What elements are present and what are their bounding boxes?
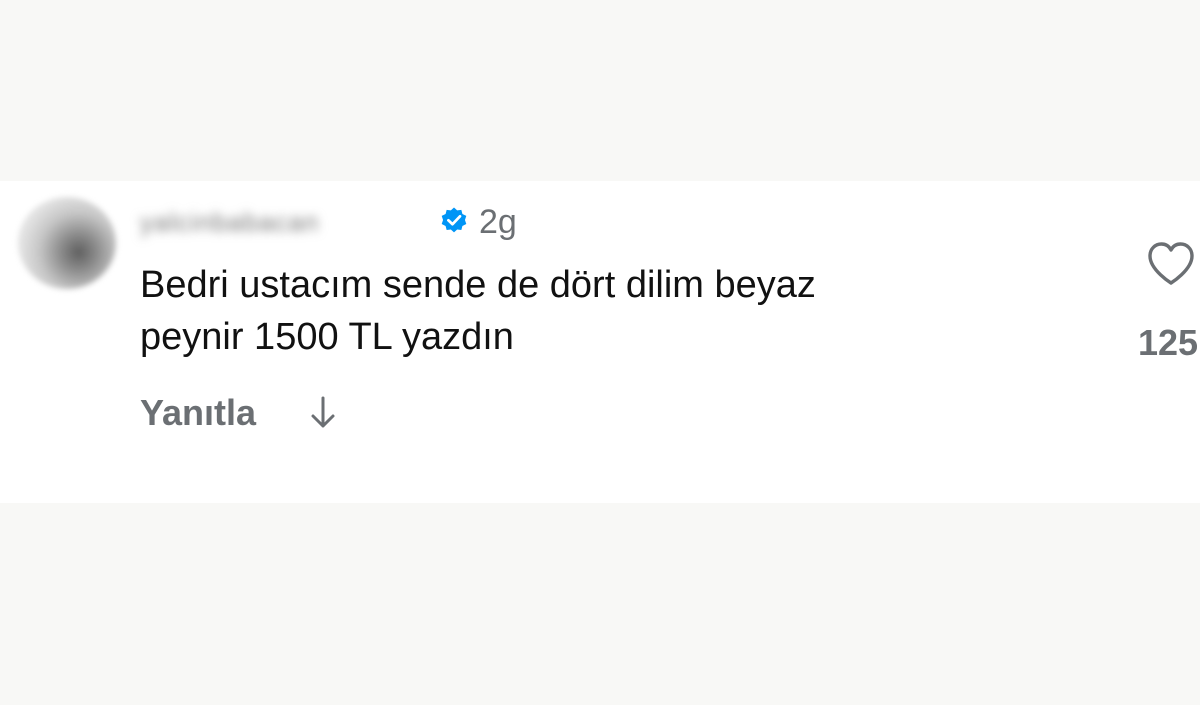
reply-button[interactable]: Yanıtla (140, 391, 256, 435)
comment-text: Bedri ustacım sende de dört dilim beyaz … (140, 259, 1040, 363)
down-arrow-icon[interactable] (308, 395, 338, 431)
comment-text-line-1: Bedri ustacım sende de dört dilim beyaz (140, 264, 816, 306)
comment-actions: Yanıtla (140, 391, 338, 435)
username-link[interactable]: yalcinbabacan (140, 207, 432, 237)
comment-time: 2g (479, 203, 517, 241)
heart-icon[interactable] (1146, 241, 1196, 287)
username: yalcinbabacan (140, 206, 320, 237)
comment-card: yalcinbabacan 2g Bedri ustacım sende de … (0, 181, 1200, 503)
like-count: 125 (1138, 322, 1199, 363)
comment-text-line-2: peynir 1500 TL yazdın (140, 316, 514, 358)
avatar[interactable] (18, 197, 116, 289)
verified-badge-icon (441, 207, 467, 233)
